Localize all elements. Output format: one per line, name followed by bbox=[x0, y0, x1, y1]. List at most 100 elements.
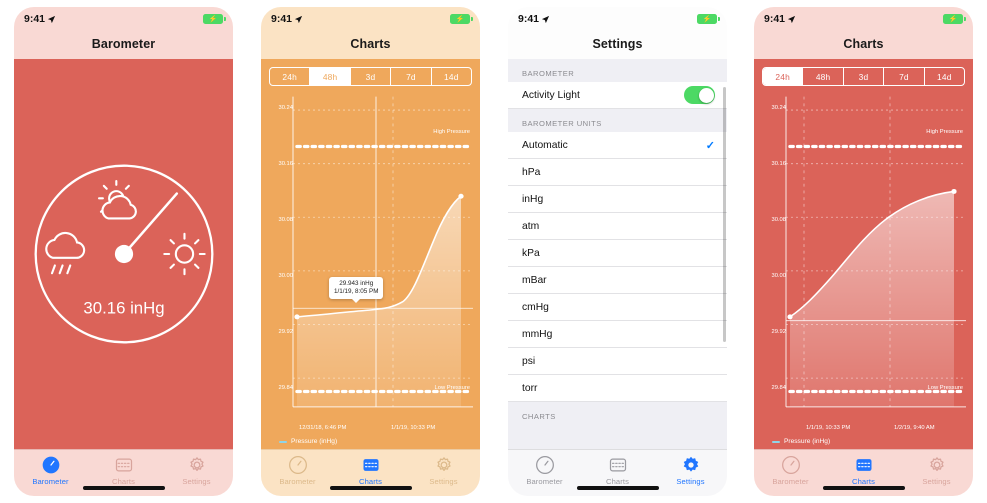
activity-light-toggle[interactable] bbox=[684, 86, 715, 104]
unit-row-mmhg[interactable]: mmHg bbox=[508, 321, 727, 348]
row-label: psi bbox=[522, 355, 536, 367]
location-arrow-icon bbox=[294, 15, 303, 23]
segment-14d[interactable]: 14d bbox=[432, 68, 471, 85]
tab-bar: Barometer Charts Settings bbox=[754, 449, 973, 496]
unit-row-psi[interactable]: psi bbox=[508, 348, 727, 375]
gear-icon bbox=[436, 457, 451, 471]
low-pressure-label: Low Pressure bbox=[434, 385, 470, 391]
unit-row-atm[interactable]: atm bbox=[508, 213, 727, 240]
tab-charts[interactable]: Charts bbox=[92, 455, 156, 486]
phone-charts-48h: 9:41 ⚡ Charts 24h 48h 3d 7d 14d 30.24 30… bbox=[247, 0, 494, 503]
segment-3d[interactable]: 3d bbox=[844, 68, 885, 85]
tab-label: Settings bbox=[429, 477, 458, 486]
tab-label: Settings bbox=[676, 477, 705, 486]
gauge-icon bbox=[781, 456, 800, 474]
unit-row-torr[interactable]: torr bbox=[508, 375, 727, 402]
tab-barometer[interactable]: Barometer bbox=[759, 455, 823, 486]
screen-barometer: 9:41 ⚡ Barometer 30.16 inHg Barometer Ch… bbox=[14, 7, 233, 496]
range-segmented-control[interactable]: 24h 48h 3d 7d 14d bbox=[269, 67, 472, 86]
unit-row-mbar[interactable]: mBar bbox=[508, 267, 727, 294]
tab-charts[interactable]: Charts bbox=[586, 455, 650, 486]
gauge-reading: 30.16 inHg bbox=[83, 299, 164, 318]
barometer-gauge: 30.16 inHg bbox=[34, 164, 213, 344]
segment-48h[interactable]: 48h bbox=[310, 68, 351, 85]
settings-list[interactable]: BAROMETER Activity Light BAROMETER UNITS… bbox=[508, 59, 727, 449]
segment-48h[interactable]: 48h bbox=[803, 68, 844, 85]
legend-label: Pressure (inHg) bbox=[784, 438, 831, 445]
legend-label: Pressure (inHg) bbox=[291, 438, 338, 445]
tab-barometer[interactable]: Barometer bbox=[19, 455, 83, 486]
segment-14d[interactable]: 14d bbox=[925, 68, 964, 85]
pressure-chart-48h[interactable]: 30.24 30.16 30.08 30.00 29.92 29.84 High… bbox=[261, 89, 480, 449]
unit-row-kpa[interactable]: kPa bbox=[508, 240, 727, 267]
row-label: atm bbox=[522, 220, 540, 232]
chart-svg bbox=[292, 96, 473, 408]
tab-label: Charts bbox=[112, 477, 135, 486]
status-bar: 9:41 ⚡ bbox=[261, 7, 480, 29]
chart-legend: Pressure (inHg) bbox=[772, 438, 830, 445]
page-title: Settings bbox=[508, 29, 727, 59]
tab-label: Barometer bbox=[279, 477, 316, 486]
x-tick: 1/2/19, 9:40 AM bbox=[894, 425, 935, 431]
sun-icon bbox=[162, 232, 206, 276]
unit-row-inhg[interactable]: inHg bbox=[508, 186, 727, 213]
tooltip-value: 29.943 inHg bbox=[339, 280, 374, 287]
screen-charts-48h: 9:41 ⚡ Charts 24h 48h 3d 7d 14d 30.24 30… bbox=[261, 7, 480, 496]
setting-row-activity-light[interactable]: Activity Light bbox=[508, 82, 727, 109]
tab-label: Barometer bbox=[32, 477, 69, 486]
page-title: Barometer bbox=[14, 29, 233, 59]
home-indicator bbox=[82, 486, 165, 490]
tab-barometer[interactable]: Barometer bbox=[513, 455, 577, 486]
high-pressure-label: High Pressure bbox=[433, 129, 470, 135]
row-label: mmHg bbox=[522, 328, 553, 340]
tab-charts[interactable]: Charts bbox=[339, 455, 403, 486]
unit-row-cmhg[interactable]: cmHg bbox=[508, 294, 727, 321]
battery-charging-icon: ⚡ bbox=[697, 14, 720, 24]
tab-charts[interactable]: Charts bbox=[832, 455, 896, 486]
tab-label: Settings bbox=[182, 477, 211, 486]
tooltip-timestamp: 1/1/19, 8:05 PM bbox=[334, 288, 379, 296]
tab-bar: Barometer Charts Settings bbox=[508, 449, 727, 496]
unit-row-automatic[interactable]: Automatic ✓ bbox=[508, 132, 727, 159]
segment-7d[interactable]: 7d bbox=[391, 68, 432, 85]
location-arrow-icon bbox=[541, 15, 550, 23]
segment-3d[interactable]: 3d bbox=[351, 68, 392, 85]
tab-settings[interactable]: Settings bbox=[165, 455, 229, 486]
row-label: mBar bbox=[522, 274, 547, 286]
charts-content: 24h 48h 3d 7d 14d 30.24 30.16 30.08 30.0… bbox=[754, 59, 973, 449]
location-arrow-icon bbox=[47, 15, 56, 23]
status-time: 9:41 bbox=[764, 13, 786, 25]
gauge-icon bbox=[535, 456, 554, 474]
tab-settings[interactable]: Settings bbox=[905, 455, 969, 486]
tab-settings[interactable]: Settings bbox=[659, 455, 723, 486]
section-header-barometer: BAROMETER bbox=[508, 59, 727, 82]
segment-24h[interactable]: 24h bbox=[270, 68, 311, 85]
tab-label: Barometer bbox=[772, 477, 809, 486]
chart-grid-icon bbox=[856, 459, 871, 471]
scroll-indicator[interactable] bbox=[723, 87, 726, 342]
tab-label: Charts bbox=[359, 477, 382, 486]
phone-barometer: 9:41 ⚡ Barometer 30.16 inHg Barometer Ch… bbox=[0, 0, 247, 503]
segment-24h[interactable]: 24h bbox=[763, 68, 804, 85]
gauge-icon bbox=[288, 456, 307, 474]
tab-settings[interactable]: Settings bbox=[412, 455, 476, 486]
home-indicator bbox=[329, 486, 412, 490]
unit-row-hpa[interactable]: hPa bbox=[508, 159, 727, 186]
charts-content: 24h 48h 3d 7d 14d 30.24 30.16 30.08 30.0… bbox=[261, 59, 480, 449]
screen-charts-24h: 9:41 ⚡ Charts 24h 48h 3d 7d 14d 30.24 30… bbox=[754, 7, 973, 496]
page-title: Charts bbox=[754, 29, 973, 59]
tab-label: Settings bbox=[922, 477, 951, 486]
battery-charging-icon: ⚡ bbox=[203, 14, 226, 24]
range-segmented-control[interactable]: 24h 48h 3d 7d 14d bbox=[762, 67, 965, 86]
tab-barometer[interactable]: Barometer bbox=[266, 455, 330, 486]
status-time: 9:41 bbox=[518, 13, 540, 25]
high-pressure-label: High Pressure bbox=[926, 129, 963, 135]
chart-grid-icon bbox=[115, 458, 132, 472]
x-tick: 1/1/19, 10:33 PM bbox=[391, 425, 436, 431]
status-bar: 9:41 ⚡ bbox=[508, 7, 727, 29]
tab-bar: Barometer Charts Settings bbox=[14, 449, 233, 496]
sun-behind-cloud-icon bbox=[97, 179, 137, 220]
segment-7d[interactable]: 7d bbox=[884, 68, 925, 85]
pressure-chart-24h[interactable]: 30.24 30.16 30.08 30.00 29.92 29.84 High… bbox=[754, 89, 973, 449]
checkmark-icon: ✓ bbox=[705, 139, 715, 152]
